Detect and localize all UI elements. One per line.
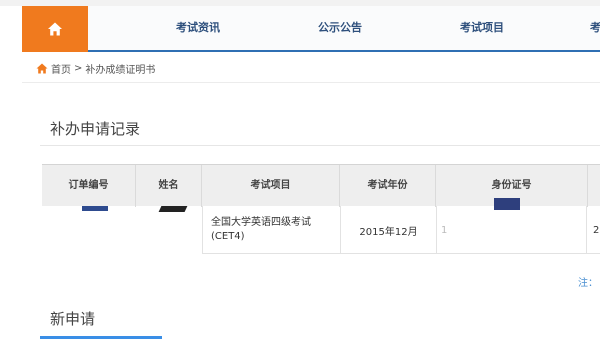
cell-overflow: 2 bbox=[586, 206, 600, 254]
table-note: 注： bbox=[578, 278, 598, 289]
cell-year: 2015年12月 bbox=[340, 206, 436, 254]
breadcrumb: 首页 > 补办成绩证明书 bbox=[36, 60, 155, 76]
breadcrumb-current: 补办成绩证明书 bbox=[85, 64, 156, 76]
redaction-mask bbox=[158, 206, 188, 212]
nav-item-truncated[interactable]: 考 bbox=[590, 6, 600, 50]
records-title: 补办申请记录 bbox=[50, 120, 141, 138]
home-button[interactable] bbox=[22, 6, 88, 52]
records-title-divider bbox=[40, 145, 600, 146]
new-application-title[interactable]: 新申请 bbox=[50, 308, 95, 329]
breadcrumb-home-link[interactable]: 首页 bbox=[51, 61, 71, 76]
column-header-year: 考试年份 bbox=[340, 165, 436, 207]
breadcrumb-separator: > bbox=[74, 62, 83, 74]
cell-exam: 全国大学英语四级考试(CET4) bbox=[202, 206, 340, 254]
nav-item-announcements[interactable]: 公示公告 bbox=[318, 6, 362, 50]
main-nav: 考试资讯 公示公告 考试项目 考 bbox=[22, 6, 600, 52]
column-header-order-no: 订单编号 bbox=[42, 165, 136, 207]
nav-item-exam-news[interactable]: 考试资讯 bbox=[176, 6, 220, 50]
nav-item-exam-projects[interactable]: 考试项目 bbox=[460, 6, 504, 50]
home-small-icon bbox=[36, 63, 48, 73]
column-header-name: 姓名 bbox=[136, 165, 202, 207]
breadcrumb-divider bbox=[22, 82, 600, 83]
redaction-mask bbox=[82, 206, 108, 211]
cell-id-no: 1 bbox=[436, 206, 586, 254]
home-icon bbox=[48, 22, 62, 36]
new-application-tab-indicator bbox=[40, 336, 162, 339]
table-row: 全国大学英语四级考试(CET4) 2015年12月 1 2 bbox=[202, 206, 600, 254]
column-header-exam: 考试项目 bbox=[202, 165, 340, 207]
column-header-overflow bbox=[588, 165, 600, 207]
